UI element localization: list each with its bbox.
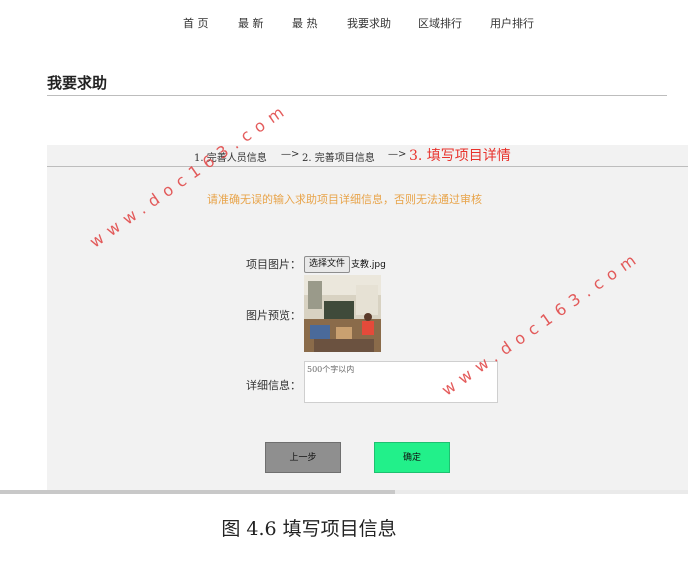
top-nav: 首 页 最 新 最 热 我要求助 区域排行 用户排行 xyxy=(0,15,688,31)
scrollbar-thumb[interactable] xyxy=(0,490,395,494)
classroom-photo xyxy=(304,275,381,352)
nav-item-home[interactable]: 首 页 xyxy=(183,15,209,31)
previous-step-button[interactable]: 上一步 xyxy=(265,442,341,473)
nav-item-region-ranking[interactable]: 区域排行 xyxy=(418,15,462,31)
choose-file-button[interactable]: 选择文件 xyxy=(304,256,351,273)
title-divider xyxy=(47,95,667,96)
nav-item-user-ranking[interactable]: 用户排行 xyxy=(490,15,534,31)
step-arrow-2: —> xyxy=(388,149,407,160)
image-label: 项目图片： xyxy=(246,258,301,271)
nav-item-ask-help[interactable]: 我要求助 xyxy=(347,15,391,31)
figure-caption: 图 4.6 填写项目信息 xyxy=(221,518,397,540)
step-2: 2. 完善项目信息 xyxy=(302,153,375,164)
detail-label: 详细信息： xyxy=(246,379,301,392)
horizontal-scrollbar[interactable] xyxy=(0,490,688,494)
page-title: 我要求助 xyxy=(47,74,108,92)
step-arrow-1: —> xyxy=(281,149,300,160)
preview-label: 图片预览： xyxy=(246,309,301,322)
file-name: 支教.jpg xyxy=(351,260,386,270)
nav-item-hottest[interactable]: 最 热 xyxy=(292,15,318,31)
steps-divider xyxy=(47,166,688,167)
confirm-button[interactable]: 确定 xyxy=(374,442,450,473)
image-preview xyxy=(304,275,381,352)
step-3-current: 3. 填写项目详情 xyxy=(409,148,511,164)
nav-item-latest[interactable]: 最 新 xyxy=(238,15,264,31)
